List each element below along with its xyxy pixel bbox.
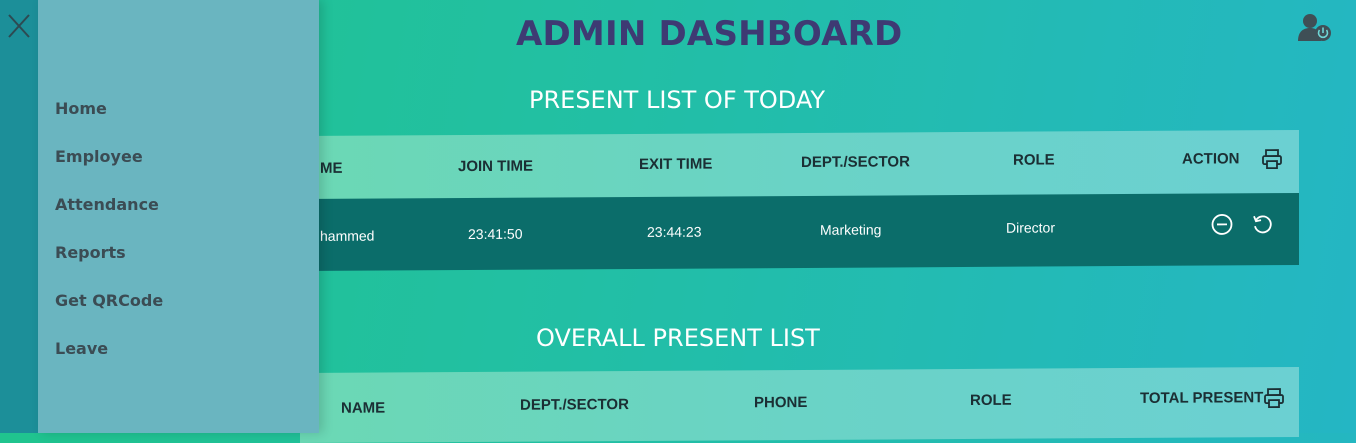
column-header-name: ME xyxy=(320,160,343,177)
minus-circle-icon[interactable] xyxy=(1210,212,1234,241)
printer-icon[interactable] xyxy=(1263,387,1285,414)
column-header-exit-time: EXIT TIME xyxy=(639,156,712,173)
column-header-join-time: JOIN TIME xyxy=(458,158,533,175)
column-header-name: NAME xyxy=(341,400,385,417)
user-power-icon[interactable] xyxy=(1297,12,1333,42)
sidebar-item-attendance[interactable]: Attendance xyxy=(55,195,159,214)
column-header-role: ROLE xyxy=(970,392,1012,409)
sidebar-drawer: Home Employee Attendance Reports Get QRC… xyxy=(38,0,319,433)
side-strip xyxy=(0,0,42,433)
column-header-total-present: TOTAL PRESENT xyxy=(1140,389,1263,407)
cell-name: hammed xyxy=(320,228,374,244)
column-header-role: ROLE xyxy=(1013,151,1055,168)
printer-icon[interactable] xyxy=(1261,148,1283,175)
sidebar-item-home[interactable]: Home xyxy=(55,99,107,118)
cell-role: Director xyxy=(1006,219,1055,235)
undo-icon[interactable] xyxy=(1250,212,1274,241)
column-header-action: ACTION xyxy=(1182,150,1240,167)
table-row: hammed 23:41:50 23:44:23 Marketing Direc… xyxy=(300,193,1299,271)
sidebar-item-get-qrcode[interactable]: Get QRCode xyxy=(55,291,163,310)
close-icon[interactable] xyxy=(6,12,32,40)
column-header-dept: DEPT./SECTOR xyxy=(520,396,629,414)
sidebar-item-employee[interactable]: Employee xyxy=(55,147,143,166)
sidebar-item-leave[interactable]: Leave xyxy=(55,339,108,358)
today-table-header: ME JOIN TIME EXIT TIME DEPT./SECTOR ROLE… xyxy=(300,130,1299,200)
overall-section-title: OVERALL PRESENT LIST xyxy=(536,324,820,352)
cell-dept: Marketing xyxy=(820,221,881,237)
today-section-title: PRESENT LIST OF TODAY xyxy=(529,86,825,114)
overall-table-header: NAME DEPT./SECTOR PHONE ROLE TOTAL PRESE… xyxy=(300,367,1299,443)
column-header-dept: DEPT./SECTOR xyxy=(801,153,910,171)
cell-exit-time: 23:44:23 xyxy=(647,224,702,240)
column-header-phone: PHONE xyxy=(754,394,807,411)
page-title: ADMIN DASHBOARD xyxy=(516,14,902,54)
cell-join-time: 23:41:50 xyxy=(468,226,523,242)
sidebar-item-reports[interactable]: Reports xyxy=(55,243,126,262)
